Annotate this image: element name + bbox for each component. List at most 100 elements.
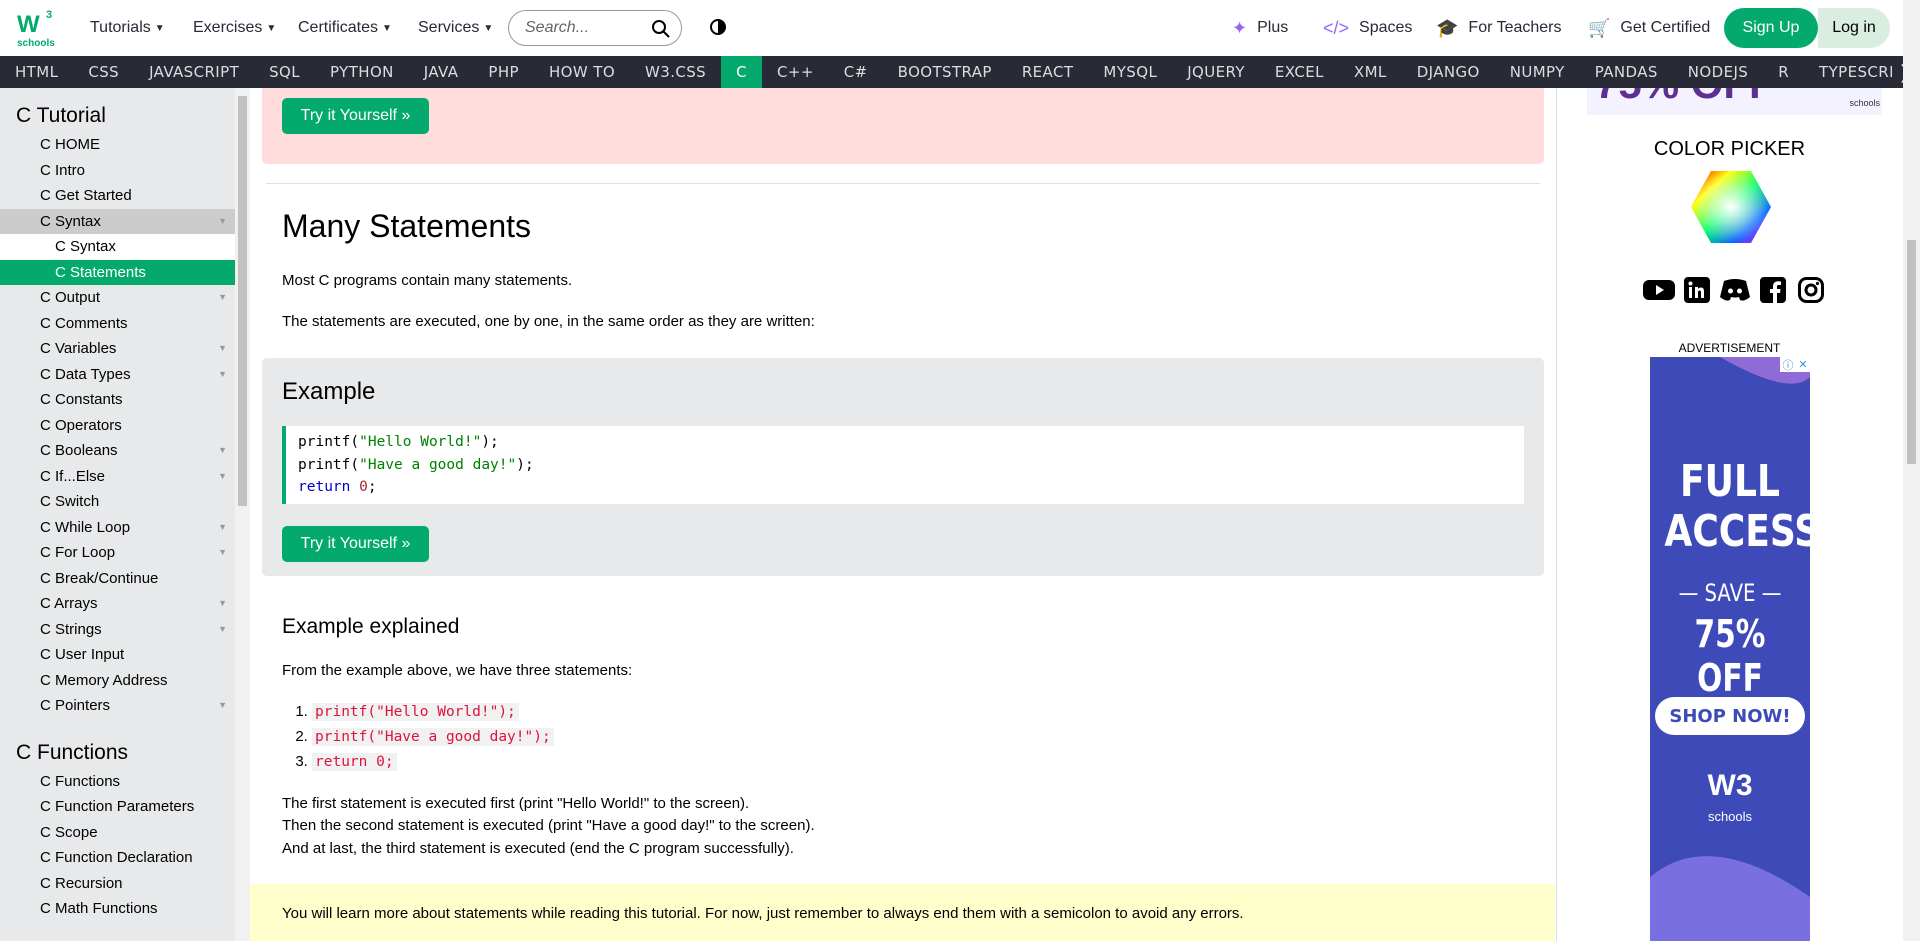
instagram-icon[interactable] [1795,276,1827,304]
sidebar-item[interactable]: C Functions [0,769,235,795]
expand-icon[interactable]: ▼ [218,617,227,643]
search-icon[interactable] [651,19,671,39]
sidebar-item[interactable]: C Arrays ▼ [0,591,235,617]
nav-react[interactable]: REACT [1007,56,1089,88]
nav-css[interactable]: CSS [73,56,134,88]
tutorials-menu[interactable]: Tutorials ▼ [90,0,165,56]
sidebar-item[interactable]: C Scope [0,820,235,846]
expand-icon[interactable]: ▼ [218,209,227,235]
code-block: printf("Hello World!"); printf("Have a g… [282,426,1524,504]
nav-cpp[interactable]: C++ [762,56,829,88]
nav-w3css[interactable]: W3.CSS [630,56,721,88]
sidebar-item[interactable]: C Constants [0,387,235,413]
nav-pandas[interactable]: PANDAS [1580,56,1673,88]
nav-django[interactable]: DJANGO [1402,56,1495,88]
color-picker-icon[interactable] [1691,171,1771,243]
certificates-menu[interactable]: Certificates ▼ [298,0,392,56]
ad-headline: FULL ACCESS [1664,456,1810,557]
nav-excel[interactable]: EXCEL [1260,56,1339,88]
nav-csharp[interactable]: C# [829,56,883,88]
sidebar-item[interactable]: C For Loop ▼ [0,540,235,566]
nav-c[interactable]: C [721,56,762,88]
ad-close-icon[interactable]: ⓘ ✕ [1780,357,1810,372]
ad-shop-now-button[interactable]: SHOP NOW! [1655,697,1805,735]
sidebar-item[interactable]: C User Input [0,642,235,668]
plus-link[interactable]: ✦ Plus [1232,0,1288,56]
signup-button[interactable]: Sign Up [1724,8,1818,48]
nav-mysql[interactable]: MYSQL [1088,56,1172,88]
search-input[interactable]: Search... [508,10,682,46]
sidebar-item[interactable]: C Recursion [0,871,235,897]
youtube-icon[interactable] [1643,276,1675,304]
sidebar-subitem-active[interactable]: C Statements [0,259,235,285]
expand-icon[interactable]: ▼ [218,515,227,541]
expand-icon[interactable]: ▼ [218,464,227,490]
code-icon: </> [1323,17,1350,38]
ad-banner-top[interactable]: 75% OFF schools [1587,88,1882,115]
try-it-button[interactable]: Try it Yourself » [282,526,429,562]
sidebar-subitem[interactable]: C Syntax [0,234,235,260]
services-menu[interactable]: Services ▼ [418,0,493,56]
example-title: Example [282,378,376,405]
sidebar-item[interactable]: C Get Started [0,183,235,209]
sidebar-item[interactable]: C Variables ▼ [0,336,235,362]
login-button[interactable]: Log in [1818,8,1890,48]
linkedin-icon[interactable] [1681,276,1713,304]
paragraph: The statements are executed, one by one,… [282,313,815,330]
sidebar-item[interactable]: C If...Else ▼ [0,464,235,490]
sidebar-scrollbar-thumb[interactable] [238,96,247,506]
contrast-toggle-icon[interactable] [708,17,728,37]
expand-icon[interactable]: ▼ [218,336,227,362]
sidebar-item[interactable]: C Output ▼ [0,285,235,311]
sidebar-item[interactable]: C Operators [0,413,235,439]
ad-banner[interactable]: ⓘ ✕ FULL ACCESS — SAVE — 75% OFF SHOP NOW!… [1650,357,1810,941]
nav-jquery[interactable]: JQUERY [1172,56,1260,88]
nav-javascript[interactable]: JAVASCRIPT [134,56,254,88]
sidebar-item[interactable]: C Function Parameters [0,794,235,820]
nav-xml[interactable]: XML [1339,56,1402,88]
expand-icon[interactable]: ▼ [218,285,227,311]
right-column: 75% OFF schools COLOR PICKER [1556,88,1901,941]
nav-python[interactable]: PYTHON [315,56,409,88]
sidebar-item[interactable]: C Data Types ▼ [0,362,235,388]
color-picker-title: COLOR PICKER [1653,138,1806,160]
nav-r[interactable]: R [1763,56,1804,88]
sidebar-item[interactable]: C HOME [0,132,235,158]
expand-icon[interactable]: ▼ [218,438,227,464]
nav-nodejs[interactable]: NODEJS [1673,56,1763,88]
nav-java[interactable]: JAVA [409,56,474,88]
sidebar-item[interactable]: C Booleans ▼ [0,438,235,464]
w3schools-logo[interactable]: W 3 schools [16,6,60,50]
page-scrollbar[interactable] [1903,0,1920,941]
sidebar-item[interactable]: C Comments [0,311,235,337]
nav-howto[interactable]: HOW TO [534,56,630,88]
sidebar-item[interactable]: C Break/Continue [0,566,235,592]
get-certified-link[interactable]: 🛒 Get Certified [1588,0,1710,56]
nav-html[interactable]: HTML [0,56,73,88]
expand-icon[interactable]: ▼ [218,540,227,566]
sidebar-item[interactable]: C Memory Address [0,668,235,694]
social-links [1643,276,1827,304]
expand-icon[interactable]: ▼ [218,362,227,388]
sidebar-item-syntax[interactable]: C Syntax ▼ [0,208,235,235]
sidebar-item[interactable]: C Pointers ▼ [0,693,235,719]
sidebar-item[interactable]: C Switch [0,489,235,515]
expand-icon[interactable]: ▼ [218,693,227,719]
sidebar-item[interactable]: C Function Declaration [0,845,235,871]
nav-numpy[interactable]: NUMPY [1495,56,1580,88]
sidebar-item[interactable]: C Strings ▼ [0,617,235,643]
sidebar-item[interactable]: C While Loop ▼ [0,515,235,541]
try-it-button[interactable]: Try it Yourself » [282,98,429,134]
page-scrollbar-thumb[interactable] [1907,240,1916,464]
discord-icon[interactable] [1719,276,1751,304]
expand-icon[interactable]: ▼ [218,591,227,617]
nav-bootstrap[interactable]: BOOTSTRAP [883,56,1007,88]
nav-php[interactable]: PHP [473,56,534,88]
spaces-link[interactable]: </> Spaces [1323,0,1412,56]
exercises-menu[interactable]: Exercises ▼ [193,0,276,56]
sidebar-item[interactable]: C Math Functions [0,896,235,922]
sidebar-item[interactable]: C Intro [0,158,235,184]
facebook-icon[interactable] [1757,276,1789,304]
nav-sql[interactable]: SQL [254,56,315,88]
for-teachers-link[interactable]: 🎓 For Teachers [1436,0,1562,56]
